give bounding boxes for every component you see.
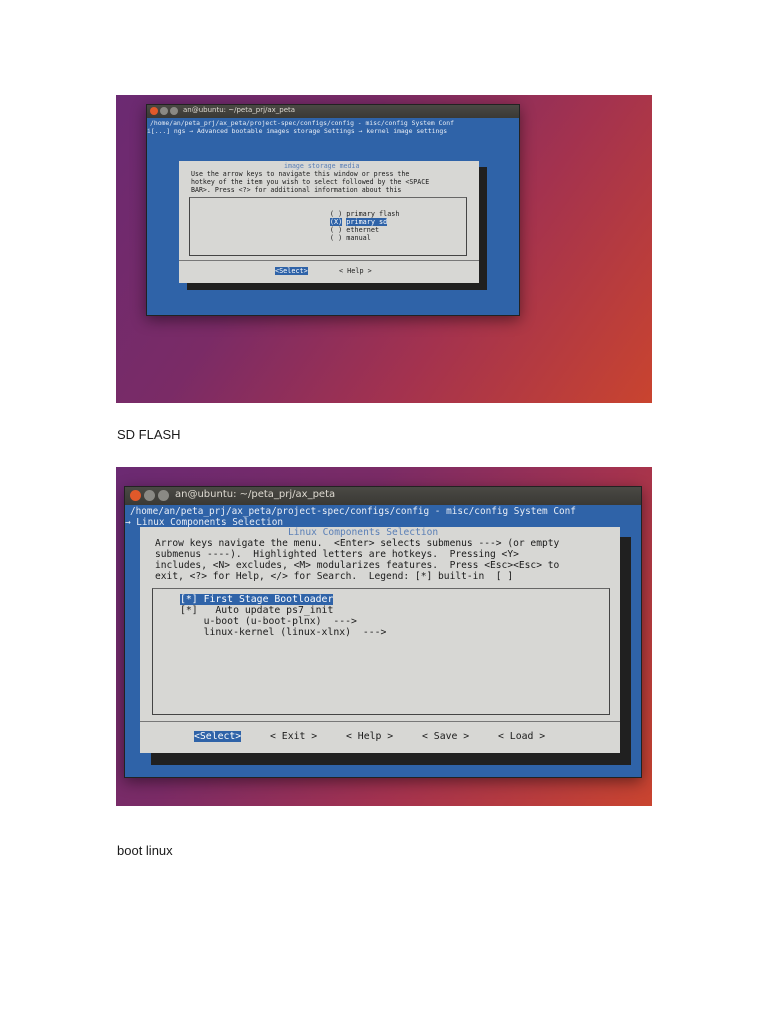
maximize-icon[interactable] (158, 490, 169, 501)
help-line-3: includes, <N> excludes, <M> modularizes … (155, 560, 560, 571)
button-divider (179, 260, 479, 261)
window-titlebar: an@ubuntu: ~/peta_prj/ax_peta (125, 487, 641, 505)
menu-item-fsbl[interactable]: [*] First Stage Bootloader (180, 594, 334, 605)
close-icon[interactable] (150, 107, 158, 115)
minimize-icon[interactable] (160, 107, 168, 115)
help-line-4: exit, <?> for Help, </> for Search. Lege… (155, 571, 514, 582)
menu-item-u-boot[interactable]: u-boot (u-boot-plnx) ---> (180, 616, 357, 627)
maximize-icon[interactable] (170, 107, 178, 115)
menu-box: [*] First Stage Bootloader [*] Auto upda… (152, 588, 610, 715)
window-title: an@ubuntu: ~/peta_prj/ax_peta (175, 489, 336, 500)
screenshot-storage-media: an@ubuntu: ~/peta_prj/ax_peta /home/an/p… (116, 95, 652, 403)
close-icon[interactable] (130, 490, 141, 501)
window-titlebar: an@ubuntu: ~/peta_prj/ax_peta (147, 105, 519, 118)
help-line-2: hotkey of the item you wish to select fo… (191, 178, 430, 186)
help-line-1: Arrow keys navigate the menu. <Enter> se… (155, 538, 560, 549)
menuconfig-dialog: Linux Components Selection Arrow keys na… (140, 527, 620, 753)
load-button[interactable]: < Load > (498, 731, 545, 742)
config-path: /home/an/peta_prj/ax_peta/project-spec/c… (130, 506, 576, 517)
minimize-icon[interactable] (144, 490, 155, 501)
exit-button[interactable]: < Exit > (270, 731, 317, 742)
select-button[interactable]: <Select> (194, 731, 242, 742)
caption-3: boot linux (117, 843, 173, 858)
help-line-2: submenus ----). Highlighted letters are … (155, 549, 519, 560)
screenshot-linux-components: an@ubuntu: ~/peta_prj/ax_peta /home/an/p… (116, 467, 652, 806)
radiolist-dialog: image storage media Use the arrow keys t… (179, 161, 479, 283)
config-path: /home/an/peta_prj/ax_peta/project-spec/c… (150, 119, 454, 127)
button-divider (140, 721, 620, 722)
dialog-title: image storage media (284, 162, 360, 170)
help-line-1: Use the arrow keys to navigate this wind… (191, 170, 410, 178)
radio-mark: ( ) (329, 234, 343, 242)
option-manual[interactable]: ( ) manual (289, 226, 371, 250)
terminal-window: an@ubuntu: ~/peta_prj/ax_peta /home/an/p… (124, 486, 642, 778)
options-box: ( ) primary flash (X) primary sd ( ) eth… (189, 197, 467, 256)
help-line-3: BAR>. Press <?> for additional informati… (191, 186, 402, 194)
help-button[interactable]: < Help > (346, 731, 393, 742)
menu-item-linux-kernel[interactable]: linux-kernel (linux-xlnx) ---> (180, 627, 387, 638)
dialog-title: Linux Components Selection (288, 527, 439, 538)
menu-item-auto-update[interactable]: [*] Auto update ps7_init (180, 605, 333, 616)
terminal-window: an@ubuntu: ~/peta_prj/ax_peta /home/an/p… (146, 104, 520, 316)
option-label: manual (346, 234, 371, 242)
save-button[interactable]: < Save > (422, 731, 469, 742)
window-title: an@ubuntu: ~/peta_prj/ax_peta (183, 106, 296, 114)
select-button[interactable]: <Select> (275, 267, 308, 275)
help-button[interactable]: < Help > (339, 267, 372, 275)
caption-2: SD FLASH (117, 427, 181, 442)
breadcrumb: i[...] ngs → Advanced bootable images st… (147, 127, 448, 135)
